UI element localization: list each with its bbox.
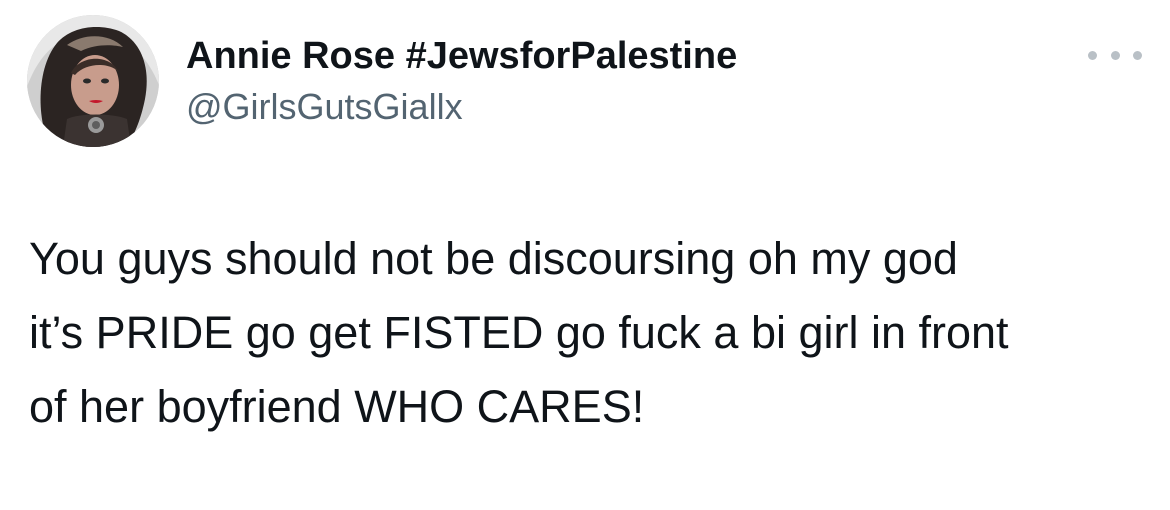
tweet-text: You guys should not be discoursing oh my… (29, 222, 1149, 444)
author-handle[interactable]: @GirlsGutsGiallx (186, 84, 737, 130)
profile-photo-icon (27, 15, 159, 147)
tweet-text-line: You guys should not be discoursing oh my… (29, 233, 958, 284)
tweet-header: Annie Rose #JewsforPalestine @GirlsGutsG… (186, 32, 737, 130)
tweet-card: Annie Rose #JewsforPalestine @GirlsGutsG… (0, 0, 1170, 510)
more-dot (1088, 50, 1097, 60)
avatar[interactable] (27, 15, 159, 147)
more-dot (1133, 50, 1142, 60)
more-dot (1110, 50, 1120, 60)
tweet-text-line: it’s PRIDE go get FISTED go fuck a bi gi… (29, 307, 1009, 358)
tweet-text-line: of her boyfriend WHO CARES! (29, 381, 645, 432)
more-options-icon[interactable] (1088, 40, 1142, 70)
author-display-name[interactable]: Annie Rose #JewsforPalestine (186, 32, 737, 80)
